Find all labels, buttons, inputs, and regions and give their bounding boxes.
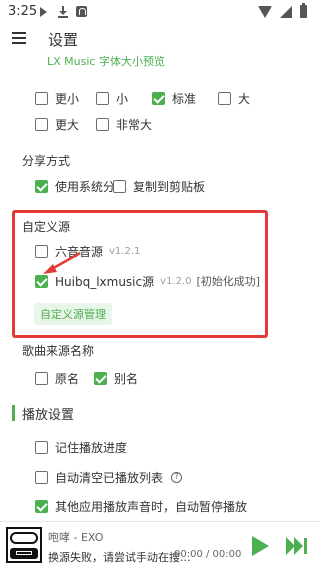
playback-row-1: 记住播放进度: [0, 437, 320, 457]
play-icon[interactable]: [252, 536, 269, 556]
album-cover[interactable]: [6, 527, 42, 563]
player-track-title: 咆哮 - EXO: [48, 531, 104, 544]
playback-row-3: 其他应用播放声音时，自动暂停播放: [0, 496, 320, 516]
checkbox[interactable]: [35, 499, 48, 513]
auto-pause-option[interactable]: 其他应用播放声音时，自动暂停播放: [35, 496, 247, 516]
checkbox[interactable]: [35, 470, 48, 484]
option-label: 自动清空已播放列表: [55, 470, 164, 485]
auto-clear-played-option[interactable]: 自动清空已播放列表: [35, 467, 183, 487]
player-bar: 咆哮 - EXO 换源失败，请尝试手动在搜... 00:00 / 00:00: [0, 521, 320, 569]
option-label: 其他应用播放声音时，自动暂停播放: [55, 499, 248, 514]
option-label: 别名: [114, 371, 139, 386]
remember-progress-option[interactable]: 记住播放进度: [35, 437, 127, 457]
next-icon[interactable]: [286, 537, 308, 555]
player-time: 00:00 / 00:00: [174, 549, 242, 560]
checkbox[interactable]: [35, 440, 48, 454]
checkbox[interactable]: [35, 371, 48, 385]
checkbox[interactable]: [94, 371, 107, 385]
help-icon[interactable]: [171, 471, 183, 483]
source-name-option-original[interactable]: 原名: [35, 368, 79, 388]
option-label: 记住播放进度: [55, 440, 128, 455]
source-name-row: 原名 别名: [0, 368, 320, 388]
player-status-text: 换源失败，请尝试手动在搜...: [48, 551, 191, 564]
playback-row-2: 自动清空已播放列表: [0, 467, 320, 487]
source-name-section-title: 歌曲来源名称: [22, 344, 95, 358]
source-name-option-alias[interactable]: 别名: [94, 368, 138, 388]
option-label: 原名: [55, 371, 80, 386]
custom-source-manage-button[interactable]: 自定义源管理: [34, 303, 112, 325]
arrow-head: [43, 264, 57, 274]
playback-section-title: 播放设置: [22, 408, 75, 423]
section-accent-bar: [12, 405, 15, 421]
